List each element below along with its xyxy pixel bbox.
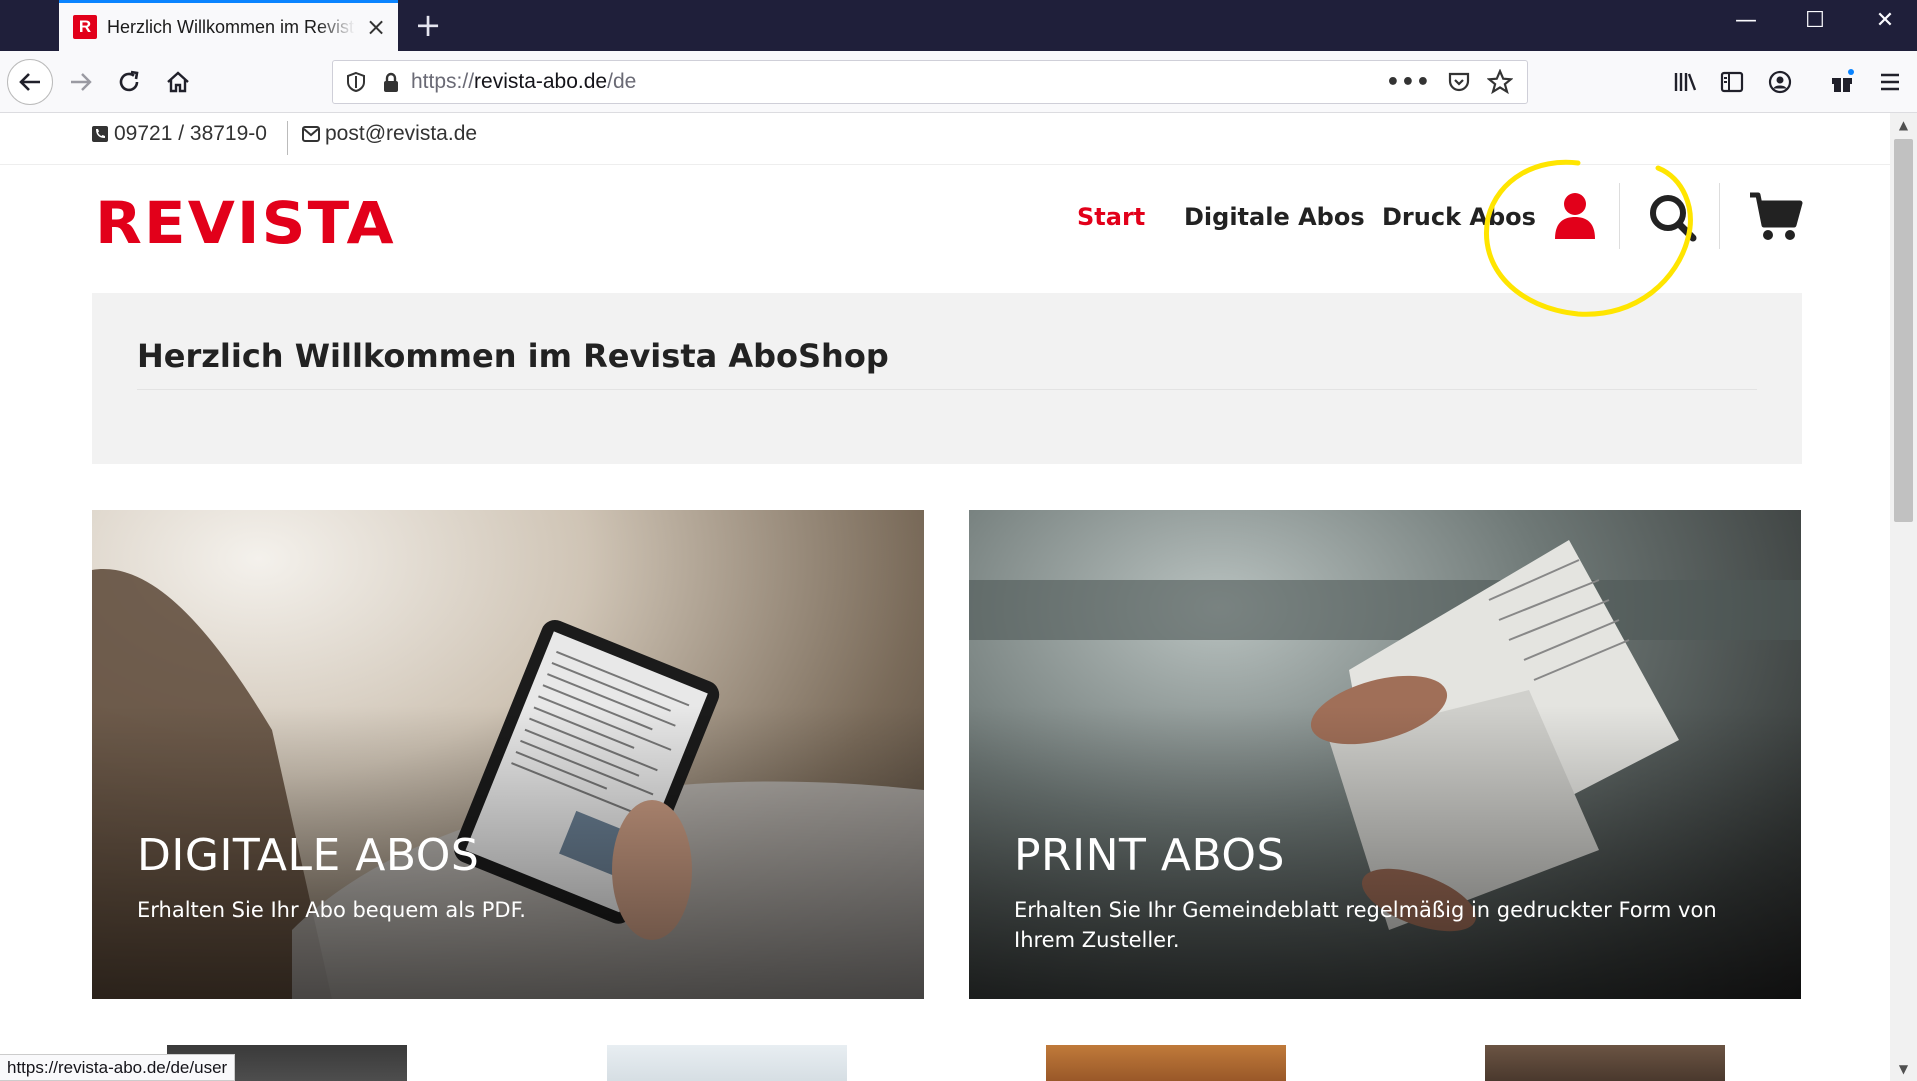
welcome-banner: Herzlich Willkommen im Revista AboShop (92, 293, 1802, 464)
email-address: post@revista.de (325, 122, 478, 145)
url-path: /de (607, 70, 637, 93)
contact-divider (287, 121, 288, 155)
user-icon (1555, 193, 1595, 239)
status-link-preview: https://revista-abo.de/de/user (0, 1054, 236, 1081)
menu-icon (1881, 73, 1899, 91)
back-button[interactable] (7, 59, 53, 105)
extensions-button[interactable] (1824, 64, 1860, 100)
reload-icon (119, 70, 139, 92)
header-divider (1619, 183, 1620, 249)
window-close-icon[interactable]: ✕ (1865, 8, 1905, 33)
minimize-icon[interactable]: — (1726, 8, 1766, 33)
product-thumbnail[interactable] (1046, 1045, 1286, 1081)
phone-contact[interactable]: 09721 / 38719-0 (91, 122, 267, 146)
tab-title: Herzlich Willkommen im Revista AboShop (107, 16, 355, 37)
scroll-thumb[interactable] (1894, 139, 1913, 522)
account-button[interactable] (1762, 64, 1798, 100)
user-account-button[interactable] (1553, 191, 1597, 245)
search-button[interactable] (1648, 193, 1698, 247)
divider (137, 389, 1757, 390)
maximize-icon[interactable]: ☐ (1795, 8, 1835, 33)
tab-strip: R Herzlich Willkommen im Revista AboShop… (0, 0, 1917, 51)
page-scrollbar[interactable]: ▲ ▼ (1890, 113, 1917, 1081)
card-overlay (92, 510, 924, 999)
mail-icon (302, 126, 320, 142)
web-page: 09721 / 38719-0 post@revista.de REVISTA … (0, 113, 1890, 1081)
forward-button[interactable] (63, 64, 99, 100)
card-title: PRINT ABOS (1014, 830, 1285, 881)
search-icon (1650, 195, 1697, 242)
extensions-icon (1832, 69, 1854, 92)
menu-button[interactable] (1872, 64, 1908, 100)
browser-tab[interactable]: R Herzlich Willkommen im Revista AboShop… (59, 0, 398, 51)
nav-digitale-abos[interactable]: Digitale Abos (1184, 203, 1365, 231)
card-text: Erhalten Sie Ihr Abo bequem als PDF. (137, 898, 526, 922)
cart-icon (1750, 192, 1803, 240)
back-arrow-icon (19, 73, 40, 91)
nav-druck-abos[interactable]: Druck Abos (1382, 203, 1536, 231)
url-text[interactable]: https://revista-abo.de/de (411, 70, 636, 94)
url-bar[interactable]: https://revista-abo.de/de ••• (332, 60, 1528, 104)
account-icon (1768, 70, 1792, 94)
sidebar-button[interactable] (1714, 64, 1750, 100)
pocket-icon[interactable] (1447, 70, 1471, 94)
header-divider (1719, 183, 1720, 249)
shield-icon[interactable] (345, 71, 367, 93)
product-thumbnail[interactable] (1485, 1045, 1725, 1081)
card-digitale-abos[interactable]: DIGITALE ABOS Erhalten Sie Ihr Abo beque… (92, 510, 924, 999)
sidebar-icon (1720, 71, 1744, 93)
url-scheme: https:// (411, 70, 475, 93)
home-icon (167, 71, 189, 93)
card-title: DIGITALE ABOS (137, 830, 480, 881)
lock-icon[interactable] (381, 71, 401, 93)
phone-icon (92, 126, 108, 142)
cart-button[interactable] (1748, 191, 1804, 247)
url-host: revista-abo.de (474, 70, 608, 93)
scroll-down-icon[interactable]: ▼ (1890, 1057, 1917, 1081)
nav-start[interactable]: Start (1077, 203, 1145, 231)
forward-arrow-icon (71, 73, 92, 91)
phone-number: 09721 / 38719-0 (114, 122, 267, 145)
card-print-abos[interactable]: PRINT ABOS Erhalten Sie Ihr Gemeindeblat… (969, 510, 1801, 999)
revista-logo[interactable]: REVISTA (95, 189, 396, 257)
product-thumbnail[interactable] (607, 1045, 847, 1081)
card-text: Erhalten Sie Ihr Gemeindeblatt regelmäßi… (1014, 898, 1717, 952)
star-icon[interactable] (1487, 69, 1513, 95)
email-contact[interactable]: post@revista.de (302, 122, 477, 146)
library-icon (1674, 73, 1697, 91)
browser-toolbar: https://revista-abo.de/de ••• (0, 51, 1917, 113)
new-tab-button[interactable]: + (410, 6, 446, 44)
favicon-icon: R (73, 15, 97, 39)
page-title: Herzlich Willkommen im Revista AboShop (137, 337, 889, 375)
reload-button[interactable] (111, 64, 147, 100)
scroll-up-icon[interactable]: ▲ (1890, 113, 1917, 137)
contact-bar: 09721 / 38719-0 post@revista.de (0, 113, 1890, 165)
more-icon[interactable]: ••• (1386, 70, 1431, 95)
library-button[interactable] (1667, 64, 1703, 100)
tab-close-icon[interactable]: × (364, 13, 388, 41)
home-button[interactable] (160, 64, 196, 100)
